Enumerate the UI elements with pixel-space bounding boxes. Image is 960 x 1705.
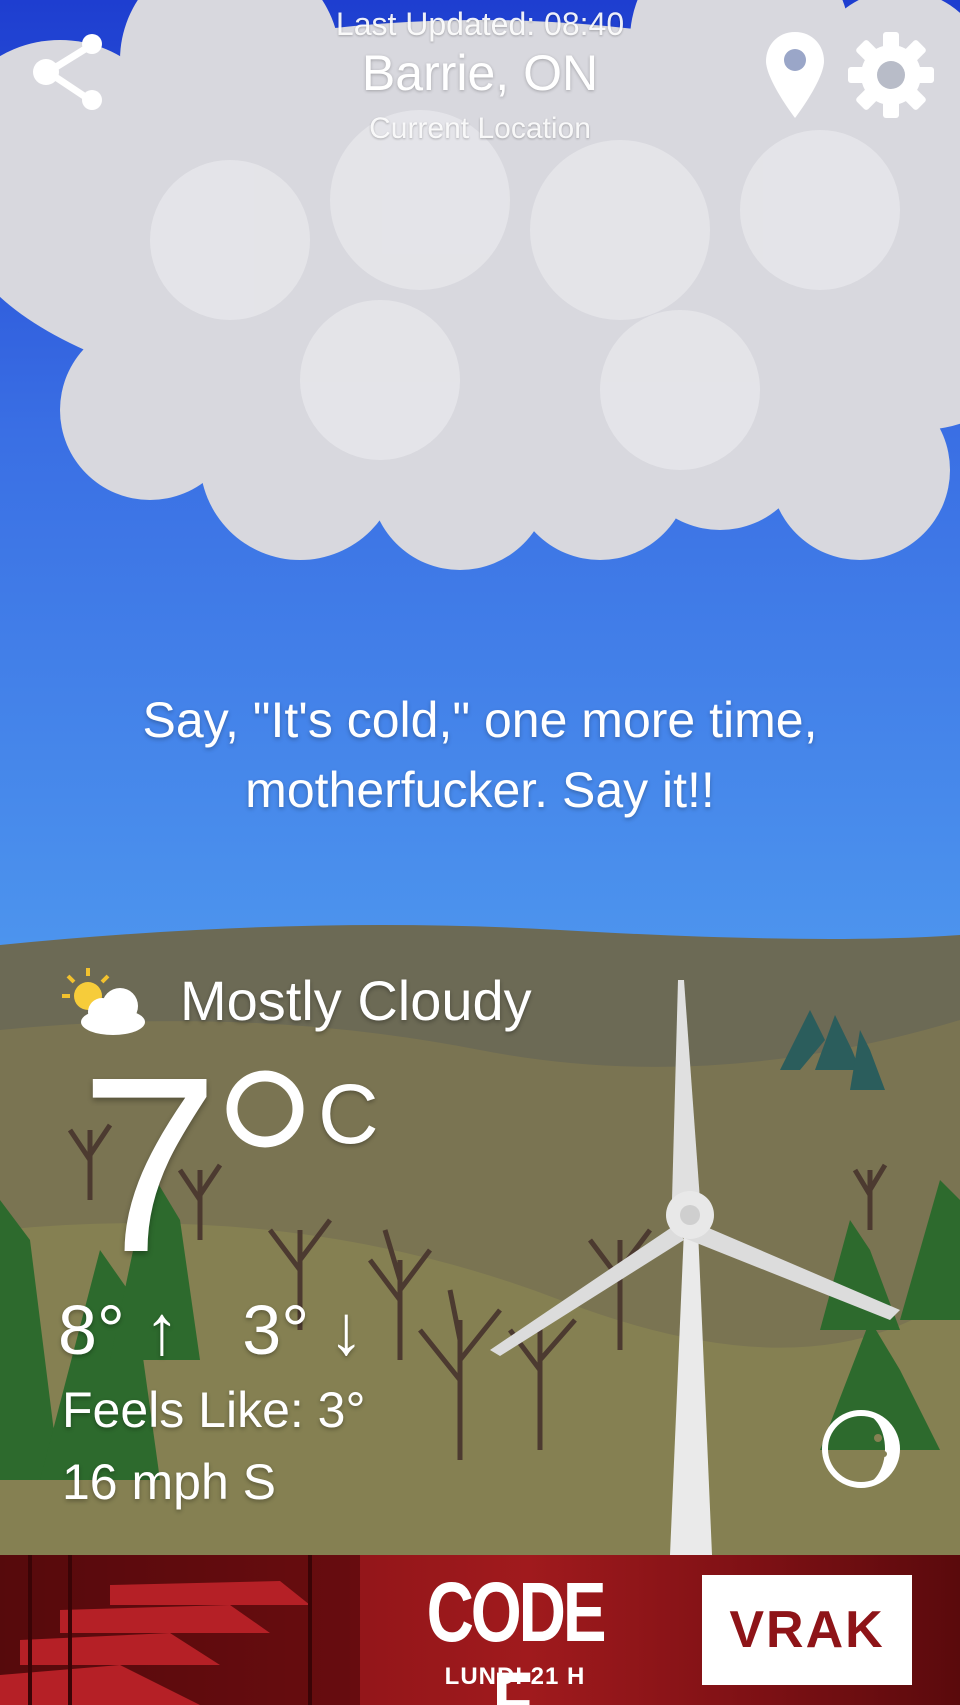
- condition-text: Mostly Cloudy: [180, 968, 532, 1032]
- high-temperature: 8°: [58, 1291, 125, 1369]
- feels-like: Feels Like: 3°: [62, 1382, 366, 1438]
- temperature-unit[interactable]: C: [318, 1072, 379, 1156]
- ad-banner[interactable]: CODE F. LUNDI 21 H VRAK: [0, 1555, 960, 1705]
- high-low-row: 8° ↑ 3° ↓: [58, 1290, 364, 1370]
- share-icon: [33, 34, 102, 110]
- location-button[interactable]: [762, 30, 828, 120]
- low-temperature: 3°: [242, 1291, 310, 1369]
- ad-background-image: [0, 1555, 360, 1705]
- top-bar: Last Updated: 08:40 Barrie, ON Current L…: [0, 0, 960, 160]
- quote-line-1: Say, "It's cold," one more time,: [142, 692, 818, 748]
- weather-quote: Say, "It's cold," one more time, motherf…: [40, 685, 920, 825]
- share-button[interactable]: [26, 30, 110, 114]
- settings-button[interactable]: [846, 30, 936, 120]
- gear-icon: [848, 32, 934, 118]
- ad-subtitle: LUNDI 21 H: [444, 1663, 586, 1690]
- degree-symbol: [226, 1070, 304, 1148]
- wind-speed: 16 mph S: [62, 1454, 277, 1510]
- ad-logo: VRAK: [702, 1575, 912, 1685]
- moon-phase-button[interactable]: [820, 1408, 902, 1490]
- location-pin-icon: [766, 32, 824, 118]
- moon-phase-icon: [822, 1410, 900, 1488]
- up-arrow-icon: ↑: [144, 1291, 180, 1369]
- down-arrow-icon: ↓: [328, 1291, 364, 1369]
- ad-logo-text: VRAK: [729, 1601, 885, 1659]
- current-temperature: 7: [80, 1025, 220, 1304]
- quote-line-2: motherfucker. Say it!!: [245, 762, 715, 818]
